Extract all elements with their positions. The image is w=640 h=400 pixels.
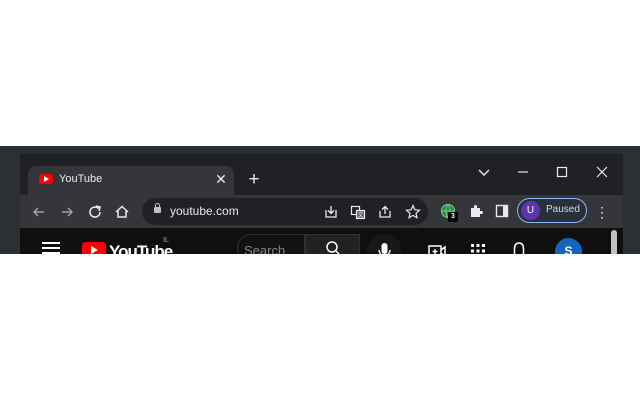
voice-search-button[interactable] (367, 234, 402, 254)
back-button[interactable] (29, 202, 49, 222)
profile-button[interactable]: U Paused (517, 198, 587, 223)
tab-youtube[interactable]: YouTube ✕ (28, 166, 234, 195)
search-button[interactable] (305, 234, 360, 254)
browser-toolbar: youtube.com 文 3 U Paused ⋮ (20, 195, 623, 228)
search-icon (326, 241, 340, 254)
search-input[interactable]: Search (237, 234, 305, 254)
home-button[interactable] (112, 202, 132, 222)
tab-search-chevron-down-icon[interactable] (470, 162, 498, 182)
side-panel-icon[interactable] (492, 201, 512, 221)
minimize-icon[interactable] (509, 162, 537, 182)
account-avatar[interactable]: S (555, 238, 582, 254)
new-tab-button[interactable]: + (244, 169, 264, 191)
hamburger-menu-icon[interactable] (42, 242, 60, 254)
notifications-bell-icon[interactable] (509, 241, 529, 254)
star-icon[interactable] (404, 203, 422, 221)
translate-icon[interactable]: 文 (349, 203, 367, 221)
home-icon (115, 205, 129, 218)
extensions-puzzle-icon[interactable] (466, 201, 486, 221)
tab-strip: YouTube ✕ + (20, 154, 623, 195)
kebab-menu-icon[interactable]: ⋮ (594, 202, 610, 222)
youtube-favicon (39, 174, 53, 184)
lock-icon[interactable] (154, 203, 161, 213)
extension-badge: 3 (448, 212, 458, 222)
search-placeholder: Search (244, 243, 286, 254)
svg-text:文: 文 (357, 211, 363, 219)
profile-avatar: U (521, 201, 540, 220)
forward-button[interactable] (57, 202, 77, 222)
profile-status-label: Paused (546, 204, 580, 215)
youtube-logo-icon[interactable] (82, 242, 106, 254)
address-text[interactable]: youtube.com (170, 204, 239, 218)
install-icon[interactable] (322, 203, 340, 221)
address-bar[interactable]: youtube.com 文 (142, 198, 428, 225)
apps-grid-icon[interactable] (468, 241, 488, 254)
tab-title: YouTube (59, 173, 103, 185)
window-close-icon[interactable] (588, 162, 616, 182)
browser-window: YouTube ✕ + youtube.com 文 3 U Paused ⋮ Y… (20, 154, 623, 254)
share-icon[interactable] (376, 203, 394, 221)
arrow-right-icon (62, 207, 74, 217)
create-video-icon[interactable] (427, 241, 447, 254)
maximize-icon[interactable] (548, 162, 576, 182)
tab-close-icon[interactable]: ✕ (213, 170, 229, 188)
arrow-left-icon (32, 207, 44, 217)
country-code: IL (163, 237, 169, 244)
youtube-page: YouTube IL Search S (20, 228, 623, 254)
reload-button[interactable] (85, 202, 105, 222)
microphone-icon (378, 243, 391, 254)
scrollbar-thumb[interactable] (611, 230, 617, 254)
reload-icon (89, 205, 101, 218)
